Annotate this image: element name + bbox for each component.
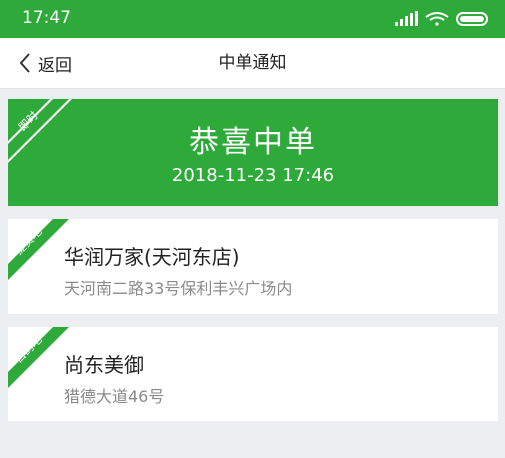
destination-address: 猎德大道46号 [64, 387, 165, 406]
order-banner: 即时 恭喜中单 2018-11-23 17:46 [8, 99, 498, 206]
chevron-left-icon [19, 53, 30, 73]
page-title: 中单通知 [218, 53, 287, 73]
signal-icon [395, 11, 418, 26]
destination-name: 尚东美御 [64, 353, 144, 377]
battery-icon [456, 12, 488, 26]
pickup-name: 华润万家(天河东店) [64, 245, 240, 269]
banner-datetime: 2018-11-23 17:46 [171, 165, 335, 186]
nav-bar: 返回 中单通知 [0, 38, 505, 89]
destination-card[interactable]: 目的地 尚东美御 猎德大道46号 [8, 327, 498, 421]
back-label: 返回 [38, 55, 72, 76]
wifi-icon [425, 12, 449, 26]
status-bar: 17:47 [0, 0, 505, 38]
pickup-address: 天河南二路33号保利丰兴广场内 [64, 279, 293, 298]
status-icons [395, 11, 491, 27]
back-button[interactable]: 返回 [18, 38, 72, 88]
status-time: 17:47 [22, 8, 71, 28]
banner-title: 恭喜中单 [189, 125, 317, 160]
pickup-card[interactable]: 提货地 华润万家(天河东店) 天河南二路33号保利丰兴广场内 [8, 219, 498, 314]
